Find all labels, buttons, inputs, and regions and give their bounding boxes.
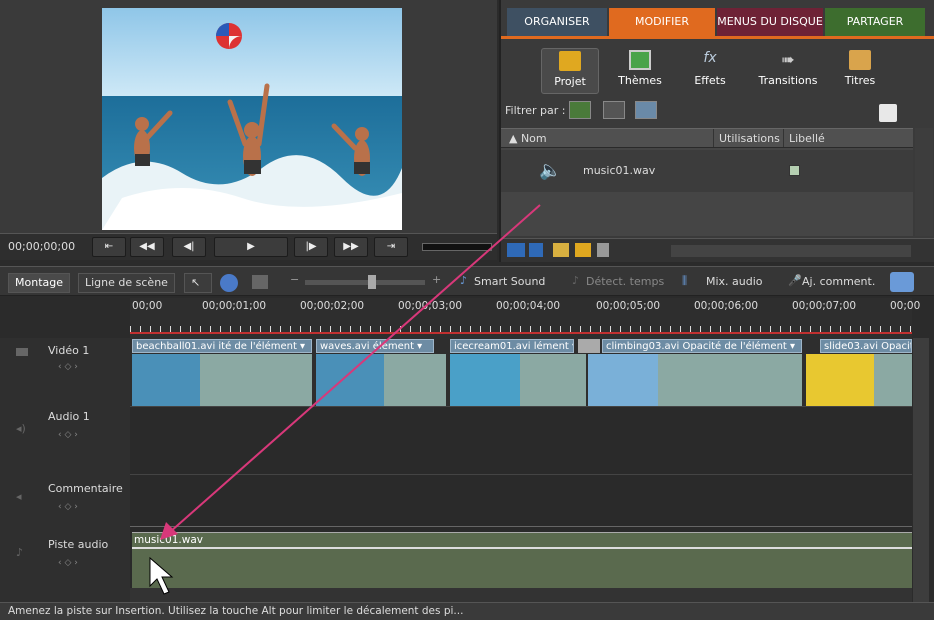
drag-arrow — [149, 204, 541, 595]
status-bar: Amenez la piste sur Insertion. Utilisez … — [0, 602, 934, 620]
